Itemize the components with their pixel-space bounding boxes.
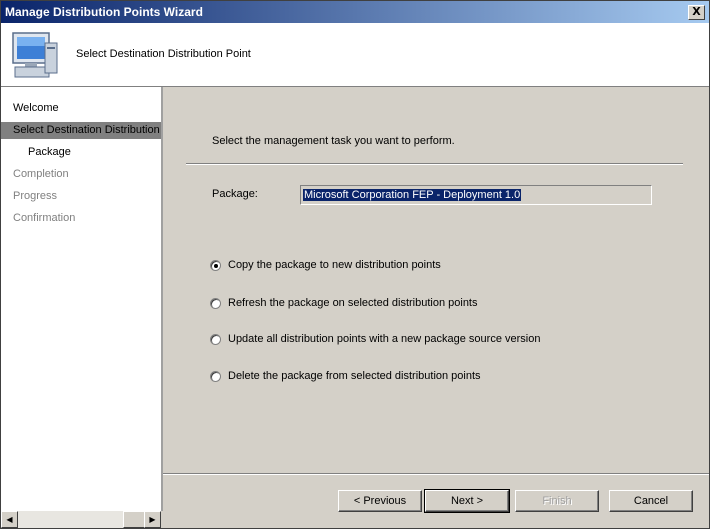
page-title: Select Destination Distribution Point <box>76 48 251 60</box>
radio-refresh-package[interactable] <box>210 297 221 309</box>
wizard-header: Select Destination Distribution Point <box>1 23 709 87</box>
radio-delete-package[interactable] <box>210 370 221 382</box>
close-button[interactable]: X <box>688 5 705 20</box>
nav-item-select-destination[interactable]: Select Destination Distribution Point <box>1 122 161 139</box>
nav-item-package[interactable]: Package <box>1 144 161 161</box>
package-value: Microsoft Corporation FEP - Deployment 1… <box>303 189 522 201</box>
package-label: Package: <box>212 188 258 200</box>
nav-item-progress: Progress <box>13 190 58 202</box>
footer-separator <box>163 473 709 475</box>
radio-update-distribution-points[interactable] <box>210 333 221 345</box>
nav-item-completion: Completion <box>13 168 69 180</box>
scroll-right-icon[interactable]: ▶ <box>144 511 161 528</box>
option-refresh-package-label: Refresh the package on selected distribu… <box>228 297 478 309</box>
cancel-button[interactable]: Cancel <box>609 490 693 512</box>
title-bar[interactable]: Manage Distribution Points Wizard X <box>1 1 709 23</box>
window-title: Manage Distribution Points Wizard <box>5 5 203 19</box>
option-update-distribution-points-label: Update all distribution points with a ne… <box>228 333 541 345</box>
option-delete-package-label: Delete the package from selected distrib… <box>228 370 481 382</box>
option-update-distribution-points[interactable]: Update all distribution points with a ne… <box>210 331 540 347</box>
package-field[interactable]: Microsoft Corporation FEP - Deployment 1… <box>300 185 652 205</box>
option-copy-package-label: Copy the package to new distribution poi… <box>228 259 441 271</box>
nav-item-confirmation: Confirmation <box>13 212 76 224</box>
option-delete-package[interactable]: Delete the package from selected distrib… <box>210 368 481 384</box>
next-button[interactable]: Next > <box>424 489 510 513</box>
computer-icon <box>12 32 58 78</box>
nav-item-welcome[interactable]: Welcome <box>1 100 161 117</box>
previous-button[interactable]: < Previous <box>338 490 422 512</box>
scroll-thumb[interactable] <box>123 511 145 528</box>
separator <box>186 163 683 165</box>
wizard-content: Select the management task you want to p… <box>163 87 709 528</box>
radio-copy-package[interactable] <box>210 259 221 271</box>
option-copy-package[interactable]: Copy the package to new distribution poi… <box>210 257 441 273</box>
option-refresh-package[interactable]: Refresh the package on selected distribu… <box>210 295 478 311</box>
nav-horizontal-scrollbar[interactable]: ◀ ▶ <box>1 511 161 528</box>
task-prompt: Select the management task you want to p… <box>212 135 455 147</box>
wizard-window: Manage Distribution Points Wizard X Sele… <box>0 0 710 529</box>
scroll-left-icon[interactable]: ◀ <box>1 511 18 528</box>
finish-button: Finish <box>515 490 599 512</box>
wizard-nav: Welcome Select Destination Distribution … <box>1 87 163 511</box>
